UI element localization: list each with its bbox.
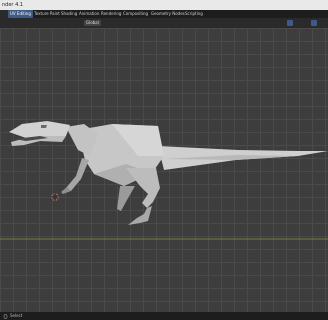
tab-scripting[interactable]: Scripting [183, 10, 205, 18]
viewport-3d[interactable] [0, 28, 328, 312]
proportional-edit-icon[interactable] [134, 20, 140, 35]
tab-geometry-nodes[interactable]: Geometry Nodes [149, 10, 187, 18]
tab-animation[interactable]: Animation [77, 10, 101, 18]
viewport-header: Global [0, 18, 328, 35]
status-bar: Select [0, 312, 328, 320]
tab-texture-paint[interactable]: Texture Paint [32, 10, 62, 18]
shading-solid-icon[interactable] [311, 20, 317, 35]
tab-uv-editing[interactable]: UV Editing [8, 10, 33, 18]
shading-wireframe-icon[interactable] [303, 20, 309, 35]
window-titlebar: nder 4.1 [0, 0, 328, 10]
shading-material-icon[interactable] [319, 20, 325, 35]
tab-rendering[interactable]: Rendering [99, 10, 123, 18]
status-select-label: Select [10, 313, 23, 318]
overlay-icon[interactable] [287, 20, 293, 34]
visibility-icon[interactable] [277, 20, 283, 34]
tab-compositing[interactable]: Compositing [121, 10, 150, 18]
mouse-icon [3, 314, 8, 319]
3d-cursor-icon[interactable] [51, 193, 59, 201]
tab-scroll-left[interactable] [0, 10, 8, 18]
workspace-tabs-bar: UV Editing Texture Paint Shading Animati… [0, 10, 328, 18]
viewport-scene [0, 121, 328, 240]
window-title: nder 4.1 [2, 2, 24, 8]
snap-icon[interactable] [118, 20, 124, 35]
transform-orientation-dropdown[interactable]: Global [84, 20, 101, 26]
xray-icon[interactable] [295, 20, 301, 35]
pivot-icon[interactable] [108, 20, 114, 35]
dinosaur-mesh[interactable] [9, 121, 328, 225]
